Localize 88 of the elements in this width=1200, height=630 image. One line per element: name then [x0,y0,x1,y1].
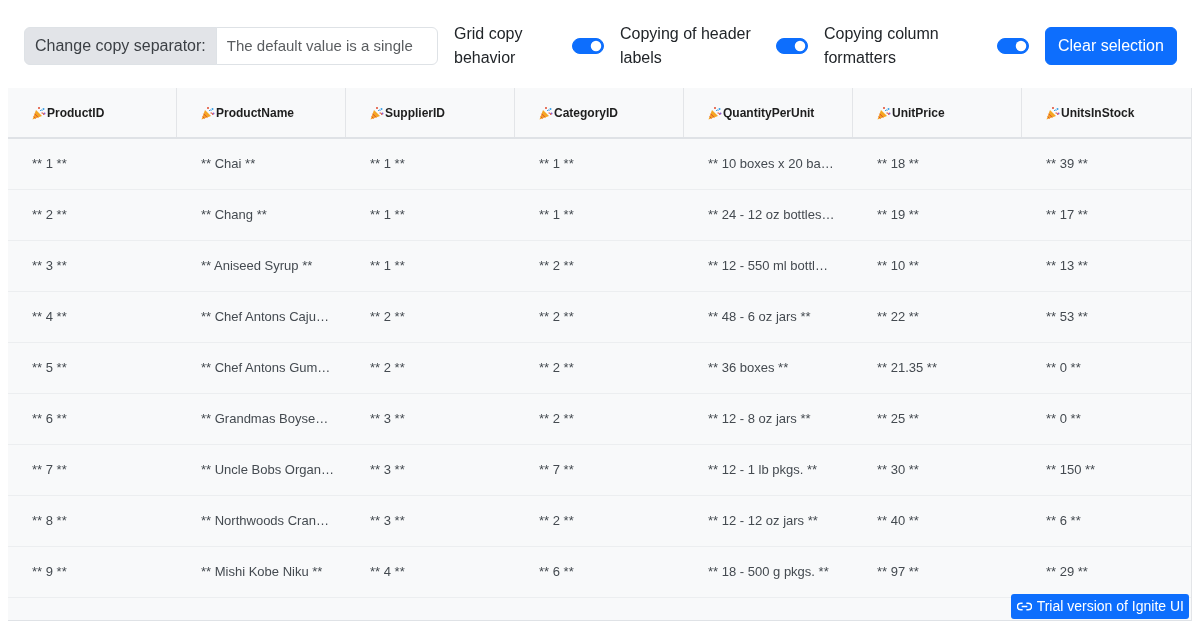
table-cell-text: ** 10 boxes x 20 ba… [707,155,835,174]
column-header[interactable]: ProductName [177,88,346,137]
trial-version-link[interactable]: Trial version of Ignite UI [1010,594,1189,619]
table-cell-text: ** 19 ** [876,206,920,225]
table-cell-text: ** 39 ** [1045,155,1089,174]
table-cell-text: ** 5 ** [31,359,68,378]
table-cell-text: ** 2 ** [538,308,575,327]
table-cell-text: ** 2 ** [369,308,406,327]
party-popper-icon [708,105,722,120]
table-cell-text: ** 13 ** [1045,257,1089,276]
table-cell-text: ** 97 ** [876,563,920,582]
table-cell-text: ** Chef Antons Gum… [200,359,332,378]
table-cell-text: ** Aniseed Syrup ** [200,257,314,276]
table-cell-text: ** Uncle Bobs Organ… [200,461,335,480]
table-cell-text: ** 2 ** [538,359,575,378]
toggle-label: Copying of header labels [620,24,752,68]
party-popper-icon [201,105,215,120]
table-cell-text: ** 150 ** [1045,461,1097,480]
table-cell-text: ** 0 ** [1045,410,1082,429]
table-cell-text: ** 3 ** [369,461,406,480]
table-cell-text: ** 3 ** [369,512,406,531]
column-header[interactable]: QuantityPerUnit [684,88,853,137]
party-popper-icon [539,105,553,120]
table-cell-text: ** 2 ** [538,512,575,531]
table-cell-text: ** 6 ** [538,563,575,582]
table-cell-text: ** 24 - 12 oz bottles… [707,206,836,225]
table-cell-text: ** Chef Antons Caju… [200,308,330,327]
table-cell-text: ** 12 - 8 oz jars ** [707,410,812,429]
separator-field[interactable]: The default value is a single [215,27,438,65]
column-header[interactable]: UnitsInStock [1022,88,1191,137]
table-cell-text: ** Mishi Kobe Niku ** [200,563,324,582]
table-cell-text: ** 1 ** [369,155,406,174]
table-cell-text: ** 1 ** [31,155,68,174]
table-cell-text: ** 7 ** [31,461,68,480]
table-cell-text: ** 12 - 550 ml bottl… [707,257,829,276]
table-cell-text: ** Grandmas Boyse… [200,410,330,429]
column-header[interactable]: UnitPrice [853,88,1022,137]
table-cell-text: ** 17 ** [1045,206,1089,225]
table-cell-text: ** 6 ** [1045,512,1082,531]
table-cell-text: ** Chang ** [200,206,268,225]
table-cell-text: ** 1 ** [369,257,406,276]
table-cell-text: ** 48 - 6 oz jars ** [707,308,812,327]
table-cell-text: ** 18 - 500 g pkgs. ** [707,563,830,582]
table-cell-text: ** 6 ** [31,410,68,429]
party-popper-icon [877,105,891,120]
link-icon [1016,602,1032,611]
table-cell-text: ** 29 ** [1045,563,1089,582]
table-cell-text: ** 12 - 1 lb pkgs. ** [707,461,819,480]
party-popper-icon [32,105,46,120]
table-cell-text: ** 2 ** [31,206,68,225]
table-cell-text: ** 7 ** [538,461,575,480]
table-cell-text: ** 12 - 12 oz jars ** [707,512,819,531]
table-cell-text: ** 2 ** [538,410,575,429]
party-popper-icon [1046,105,1060,120]
toggle-switch[interactable] [776,38,808,54]
table-cell-text: ** 2 ** [369,359,406,378]
table-cell-text: ** 18 ** [876,155,920,174]
table-cell-text: ** 4 ** [31,308,68,327]
table-cell-text: ** 1 ** [538,155,575,174]
table-cell-text: ** 2 ** [538,257,575,276]
toggle-switch[interactable] [997,38,1029,54]
table-cell-text: ** Chai ** [200,155,257,174]
separator-label: Change copy separator: [24,27,217,65]
table-cell-text: ** 10 ** [876,257,920,276]
toggle-label: Grid copy behavior [454,24,524,68]
table-cell-text: ** 53 ** [1045,308,1089,327]
table-cell-text: ** 22 ** [876,308,920,327]
table-cell-text: ** 30 ** [876,461,920,480]
toggle-switch[interactable] [572,38,604,54]
table-cell-text: ** 36 boxes ** [707,359,790,378]
column-header[interactable]: ProductID [8,88,177,137]
party-popper-icon [370,105,384,120]
table-cell-text: ** 4 ** [369,563,406,582]
column-header[interactable]: SupplierID [346,88,515,137]
table-cell-text: ** 3 ** [369,410,406,429]
column-header[interactable]: CategoryID [515,88,684,137]
table-cell-text: ** 25 ** [876,410,920,429]
table-cell-text: ** 21.35 ** [876,359,938,378]
table-cell-text: ** 40 ** [876,512,920,531]
table-cell-text: ** 8 ** [31,512,68,531]
clear-selection-button[interactable]: Clear selection [1045,27,1177,65]
table-cell-text: ** 1 ** [538,206,575,225]
table-cell-text: ** 1 ** [369,206,406,225]
table-cell-text: ** 0 ** [1045,359,1082,378]
table-cell-text: ** 3 ** [31,257,68,276]
table-cell-text: ** 9 ** [31,563,68,582]
table-cell-text: ** Northwoods Cran… [200,512,330,531]
toggle-label: Copying column formatters [824,24,940,68]
